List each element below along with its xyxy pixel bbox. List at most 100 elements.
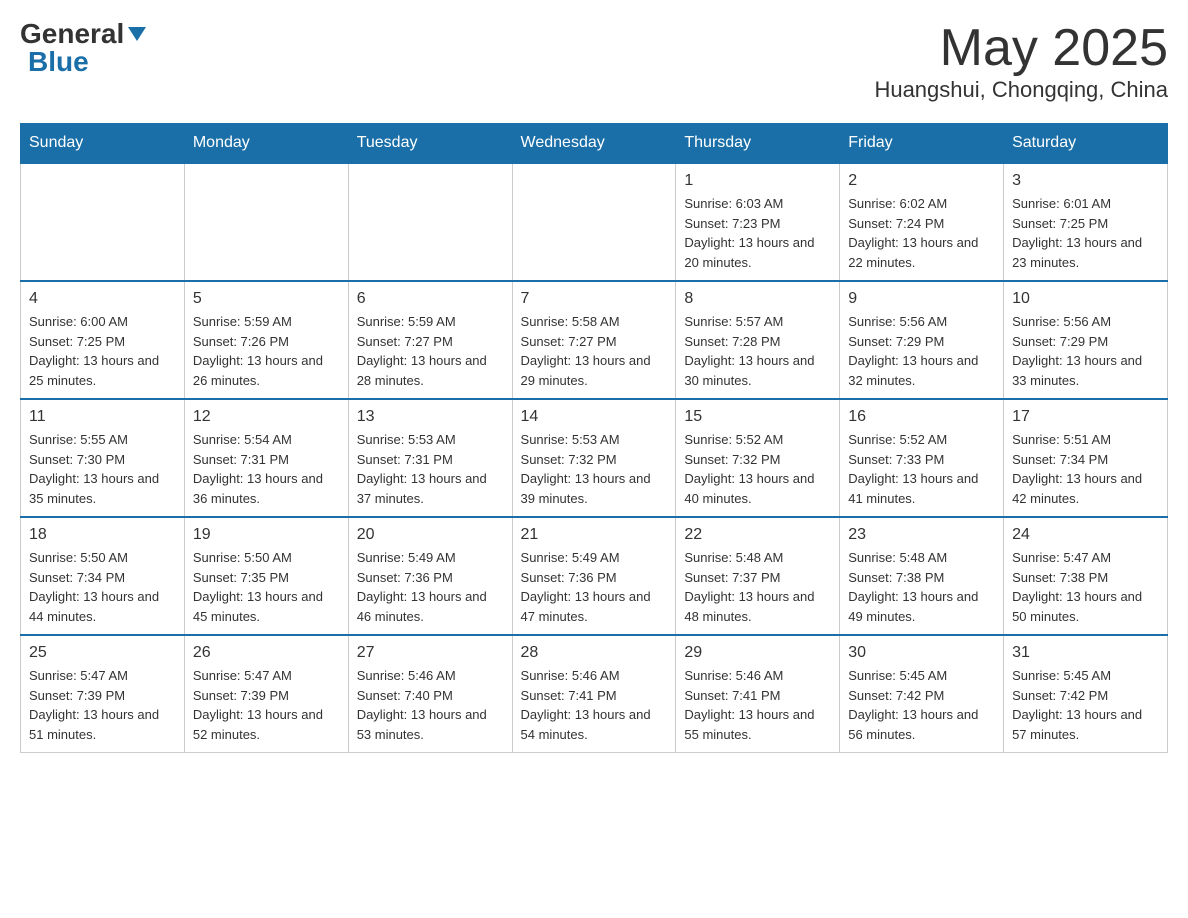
day-info: Sunrise: 5:52 AMSunset: 7:32 PMDaylight:… bbox=[684, 430, 831, 508]
calendar-body: 1Sunrise: 6:03 AMSunset: 7:23 PMDaylight… bbox=[21, 163, 1168, 753]
day-number: 12 bbox=[193, 408, 340, 426]
day-info: Sunrise: 5:46 AMSunset: 7:41 PMDaylight:… bbox=[684, 666, 831, 744]
day-cell-w2-d6: 10 Sunrise: 5:56 AMSunset: 7:29 PMDayligh… bbox=[1004, 281, 1168, 399]
header-sunday: Sunday bbox=[21, 124, 185, 164]
day-info: Sunrise: 5:56 AMSunset: 7:29 PMDaylight:… bbox=[848, 312, 995, 390]
day-info: Sunrise: 5:47 AMSunset: 7:38 PMDaylight:… bbox=[1012, 548, 1159, 626]
day-info: Sunrise: 5:52 AMSunset: 7:33 PMDaylight:… bbox=[848, 430, 995, 508]
day-cell-w4-d1: 19 Sunrise: 5:50 AMSunset: 7:35 PMDayligh… bbox=[184, 517, 348, 635]
day-cell-w1-d3 bbox=[512, 163, 676, 281]
day-number: 21 bbox=[521, 526, 668, 544]
header-tuesday: Tuesday bbox=[348, 124, 512, 164]
day-cell-w4-d2: 20 Sunrise: 5:49 AMSunset: 7:36 PMDayligh… bbox=[348, 517, 512, 635]
day-info: Sunrise: 6:02 AMSunset: 7:24 PMDaylight:… bbox=[848, 194, 995, 272]
day-info: Sunrise: 6:00 AMSunset: 7:25 PMDaylight:… bbox=[29, 312, 176, 390]
day-cell-w3-d4: 15 Sunrise: 5:52 AMSunset: 7:32 PMDayligh… bbox=[676, 399, 840, 517]
day-info: Sunrise: 5:56 AMSunset: 7:29 PMDaylight:… bbox=[1012, 312, 1159, 390]
day-number: 26 bbox=[193, 644, 340, 662]
day-number: 13 bbox=[357, 408, 504, 426]
day-cell-w2-d4: 8 Sunrise: 5:57 AMSunset: 7:28 PMDaylight… bbox=[676, 281, 840, 399]
week-row-3: 11 Sunrise: 5:55 AMSunset: 7:30 PMDayligh… bbox=[21, 399, 1168, 517]
day-info: Sunrise: 5:49 AMSunset: 7:36 PMDaylight:… bbox=[521, 548, 668, 626]
weekday-header-row: Sunday Monday Tuesday Wednesday Thursday… bbox=[21, 124, 1168, 164]
day-number: 29 bbox=[684, 644, 831, 662]
day-number: 19 bbox=[193, 526, 340, 544]
day-number: 15 bbox=[684, 408, 831, 426]
header-friday: Friday bbox=[840, 124, 1004, 164]
week-row-1: 1Sunrise: 6:03 AMSunset: 7:23 PMDaylight… bbox=[21, 163, 1168, 281]
day-info: Sunrise: 5:49 AMSunset: 7:36 PMDaylight:… bbox=[357, 548, 504, 626]
day-cell-w3-d5: 16 Sunrise: 5:52 AMSunset: 7:33 PMDayligh… bbox=[840, 399, 1004, 517]
day-cell-w2-d5: 9 Sunrise: 5:56 AMSunset: 7:29 PMDaylight… bbox=[840, 281, 1004, 399]
day-cell-w1-d0 bbox=[21, 163, 185, 281]
day-cell-w5-d5: 30Sunrise: 5:45 AMSunset: 7:42 PMDayligh… bbox=[840, 635, 1004, 753]
day-info: Sunrise: 6:03 AMSunset: 7:23 PMDaylight:… bbox=[684, 194, 831, 272]
day-cell-w4-d6: 24Sunrise: 5:47 AMSunset: 7:38 PMDayligh… bbox=[1004, 517, 1168, 635]
day-info: Sunrise: 5:57 AMSunset: 7:28 PMDaylight:… bbox=[684, 312, 831, 390]
day-number: 23 bbox=[848, 526, 995, 544]
day-info: Sunrise: 5:55 AMSunset: 7:30 PMDaylight:… bbox=[29, 430, 176, 508]
day-cell-w2-d3: 7Sunrise: 5:58 AMSunset: 7:27 PMDaylight… bbox=[512, 281, 676, 399]
title-block: May 2025 Huangshui, Chongqing, China bbox=[874, 20, 1168, 103]
day-number: 22 bbox=[684, 526, 831, 544]
day-info: Sunrise: 5:45 AMSunset: 7:42 PMDaylight:… bbox=[1012, 666, 1159, 744]
day-info: Sunrise: 5:59 AMSunset: 7:26 PMDaylight:… bbox=[193, 312, 340, 390]
day-cell-w1-d4: 1Sunrise: 6:03 AMSunset: 7:23 PMDaylight… bbox=[676, 163, 840, 281]
day-cell-w2-d0: 4 Sunrise: 6:00 AMSunset: 7:25 PMDaylight… bbox=[21, 281, 185, 399]
day-cell-w1-d1 bbox=[184, 163, 348, 281]
week-row-2: 4 Sunrise: 6:00 AMSunset: 7:25 PMDaylight… bbox=[21, 281, 1168, 399]
day-info: Sunrise: 5:47 AMSunset: 7:39 PMDaylight:… bbox=[29, 666, 176, 744]
day-cell-w5-d0: 25Sunrise: 5:47 AMSunset: 7:39 PMDayligh… bbox=[21, 635, 185, 753]
day-number: 28 bbox=[521, 644, 668, 662]
day-cell-w3-d6: 17Sunrise: 5:51 AMSunset: 7:34 PMDayligh… bbox=[1004, 399, 1168, 517]
week-row-4: 18Sunrise: 5:50 AMSunset: 7:34 PMDayligh… bbox=[21, 517, 1168, 635]
day-number: 16 bbox=[848, 408, 995, 426]
day-cell-w3-d3: 14Sunrise: 5:53 AMSunset: 7:32 PMDayligh… bbox=[512, 399, 676, 517]
day-number: 6 bbox=[357, 290, 504, 308]
day-number: 31 bbox=[1012, 644, 1159, 662]
day-info: Sunrise: 5:58 AMSunset: 7:27 PMDaylight:… bbox=[521, 312, 668, 390]
day-cell-w4-d4: 22Sunrise: 5:48 AMSunset: 7:37 PMDayligh… bbox=[676, 517, 840, 635]
calendar-table: Sunday Monday Tuesday Wednesday Thursday… bbox=[20, 123, 1168, 753]
day-cell-w5-d1: 26Sunrise: 5:47 AMSunset: 7:39 PMDayligh… bbox=[184, 635, 348, 753]
calendar-header: Sunday Monday Tuesday Wednesday Thursday… bbox=[21, 124, 1168, 164]
day-cell-w5-d3: 28 Sunrise: 5:46 AMSunset: 7:41 PMDayligh… bbox=[512, 635, 676, 753]
day-info: Sunrise: 5:59 AMSunset: 7:27 PMDaylight:… bbox=[357, 312, 504, 390]
calendar-subtitle: Huangshui, Chongqing, China bbox=[874, 77, 1168, 103]
header-wednesday: Wednesday bbox=[512, 124, 676, 164]
day-info: Sunrise: 5:45 AMSunset: 7:42 PMDaylight:… bbox=[848, 666, 995, 744]
logo-blue-text: Blue bbox=[28, 48, 89, 76]
day-cell-w2-d2: 6 Sunrise: 5:59 AMSunset: 7:27 PMDaylight… bbox=[348, 281, 512, 399]
day-cell-w5-d6: 31 Sunrise: 5:45 AMSunset: 7:42 PMDayligh… bbox=[1004, 635, 1168, 753]
logo-general-text: General bbox=[20, 20, 124, 48]
logo: General Blue bbox=[20, 20, 146, 76]
logo-arrow-icon bbox=[128, 27, 146, 46]
day-cell-w3-d2: 13Sunrise: 5:53 AMSunset: 7:31 PMDayligh… bbox=[348, 399, 512, 517]
header-saturday: Saturday bbox=[1004, 124, 1168, 164]
day-cell-w4-d0: 18Sunrise: 5:50 AMSunset: 7:34 PMDayligh… bbox=[21, 517, 185, 635]
day-cell-w1-d6: 3Sunrise: 6:01 AMSunset: 7:25 PMDaylight… bbox=[1004, 163, 1168, 281]
week-row-5: 25Sunrise: 5:47 AMSunset: 7:39 PMDayligh… bbox=[21, 635, 1168, 753]
day-number: 4 bbox=[29, 290, 176, 308]
day-info: Sunrise: 5:46 AMSunset: 7:41 PMDaylight:… bbox=[521, 666, 668, 744]
calendar-title: May 2025 bbox=[874, 20, 1168, 77]
day-info: Sunrise: 5:46 AMSunset: 7:40 PMDaylight:… bbox=[357, 666, 504, 744]
day-number: 11 bbox=[29, 408, 176, 426]
day-number: 8 bbox=[684, 290, 831, 308]
day-info: Sunrise: 5:50 AMSunset: 7:35 PMDaylight:… bbox=[193, 548, 340, 626]
day-cell-w3-d1: 12 Sunrise: 5:54 AMSunset: 7:31 PMDayligh… bbox=[184, 399, 348, 517]
day-cell-w5-d2: 27 Sunrise: 5:46 AMSunset: 7:40 PMDayligh… bbox=[348, 635, 512, 753]
day-number: 20 bbox=[357, 526, 504, 544]
day-cell-w5-d4: 29 Sunrise: 5:46 AMSunset: 7:41 PMDayligh… bbox=[676, 635, 840, 753]
day-number: 2 bbox=[848, 172, 995, 190]
day-number: 9 bbox=[848, 290, 995, 308]
day-info: Sunrise: 5:54 AMSunset: 7:31 PMDaylight:… bbox=[193, 430, 340, 508]
day-cell-w4-d5: 23Sunrise: 5:48 AMSunset: 7:38 PMDayligh… bbox=[840, 517, 1004, 635]
day-number: 18 bbox=[29, 526, 176, 544]
header-monday: Monday bbox=[184, 124, 348, 164]
day-number: 27 bbox=[357, 644, 504, 662]
day-number: 17 bbox=[1012, 408, 1159, 426]
day-cell-w1-d2 bbox=[348, 163, 512, 281]
day-number: 10 bbox=[1012, 290, 1159, 308]
day-number: 14 bbox=[521, 408, 668, 426]
